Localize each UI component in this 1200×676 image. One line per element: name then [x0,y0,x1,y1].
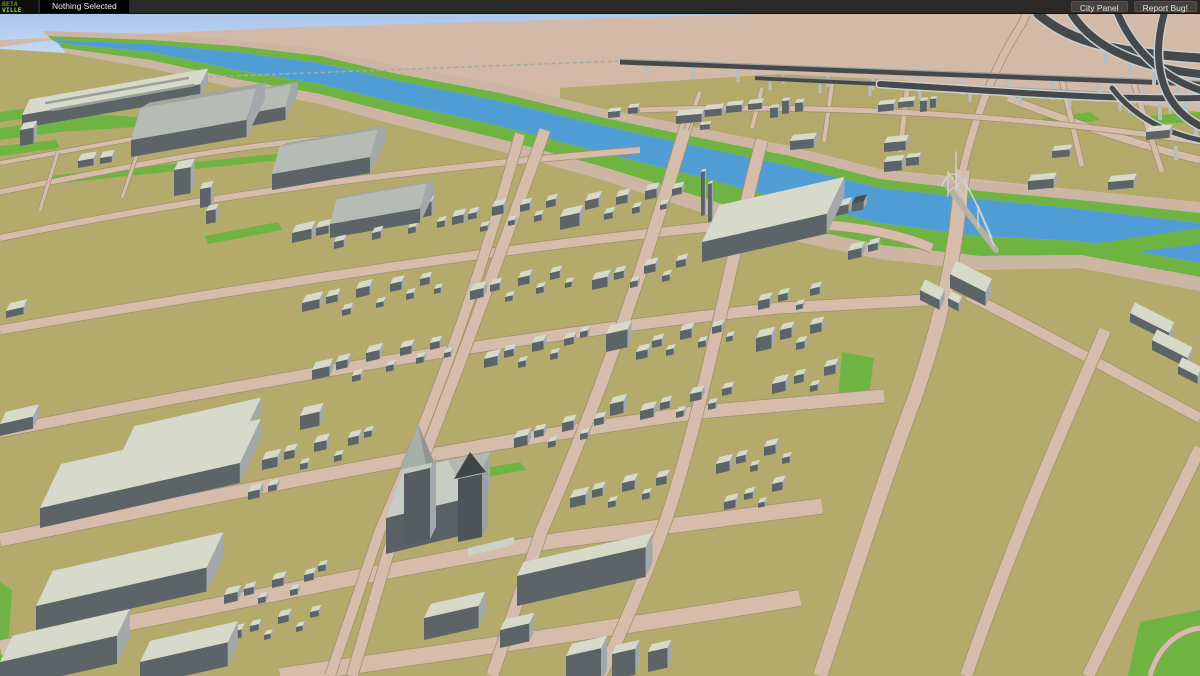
logo-line2: VILLE [2,7,36,13]
top-menu-bar: BETA VILLE Nothing Selected City Panel R… [0,0,1200,14]
viaduct-pillar [737,70,740,82]
church-tower-side[interactable] [430,456,436,539]
city-scene-svg[interactable] [0,14,1200,676]
viaduct-pillar [647,66,650,76]
building-face[interactable] [700,124,710,130]
viaduct-pillar [769,82,772,90]
church-tower2-front[interactable] [458,474,482,542]
bar-spacer [129,0,1068,13]
building-face[interactable] [795,102,803,112]
building-face[interactable] [701,171,705,216]
highway-pillar [1158,104,1162,120]
building-face[interactable] [174,167,191,196]
viaduct-pillar [869,86,872,96]
betaville-logo[interactable]: BETA VILLE [0,0,38,13]
city-3d-viewport[interactable] [0,14,1200,676]
building-face[interactable] [200,187,211,208]
building-face[interactable] [705,169,706,216]
building-face[interactable] [20,128,34,146]
viaduct-pillar [819,84,822,93]
selection-status: Nothing Selected [40,0,129,13]
building-face[interactable] [878,104,894,112]
betaville-app: BETA VILLE Nothing Selected City Panel R… [0,0,1200,676]
building-face[interactable] [608,111,620,118]
building-face[interactable] [726,105,742,113]
building-face[interactable] [628,107,638,114]
building-face[interactable] [770,107,778,118]
building-face[interactable] [708,183,712,222]
building-face[interactable] [206,209,216,224]
building-face[interactable] [920,100,927,112]
building-face[interactable] [884,160,902,172]
viaduct-pillar [692,68,695,79]
highway-pillar [1174,146,1178,160]
building-face[interactable] [782,100,789,114]
report-bug-button[interactable]: Report Bug! [1134,1,1197,12]
building-face[interactable] [930,99,936,109]
building-face[interactable] [712,181,713,222]
building-face[interactable] [906,157,919,166]
city-panel-button[interactable]: City Panel [1071,1,1128,12]
church-tower2-side[interactable] [482,462,488,537]
church-tower-front[interactable] [404,468,430,545]
